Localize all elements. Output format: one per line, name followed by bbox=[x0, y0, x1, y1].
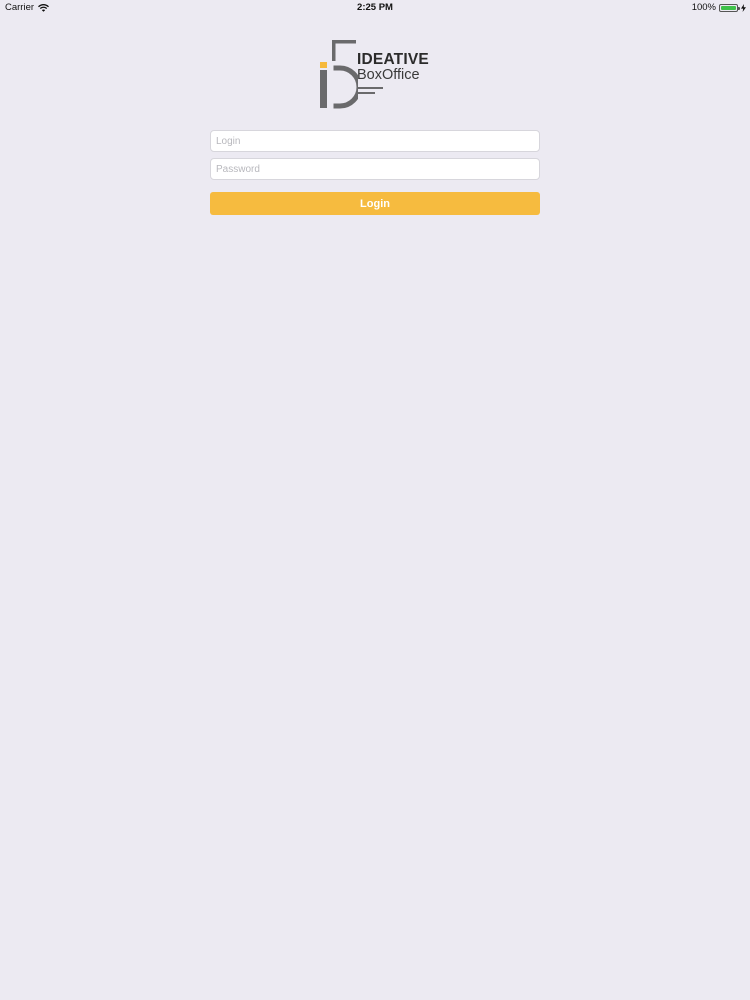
logo-mark-icon bbox=[320, 40, 358, 109]
charging-icon bbox=[741, 3, 746, 12]
status-right: 100% bbox=[692, 2, 746, 13]
logo-text-boxoffice: BoxOffice bbox=[357, 67, 420, 83]
battery-percent: 100% bbox=[691, 2, 716, 13]
status-bar: Carrier 2:25 PM 100% bbox=[0, 0, 750, 15]
battery-level-fill bbox=[721, 5, 736, 10]
login-button[interactable]: Login bbox=[210, 192, 540, 215]
battery-icon bbox=[719, 3, 740, 12]
app-logo: IDEATIVE BoxOffice bbox=[318, 38, 434, 110]
login-input[interactable] bbox=[210, 130, 540, 152]
password-input[interactable] bbox=[210, 158, 540, 180]
status-time: 2:25 PM bbox=[357, 2, 393, 13]
